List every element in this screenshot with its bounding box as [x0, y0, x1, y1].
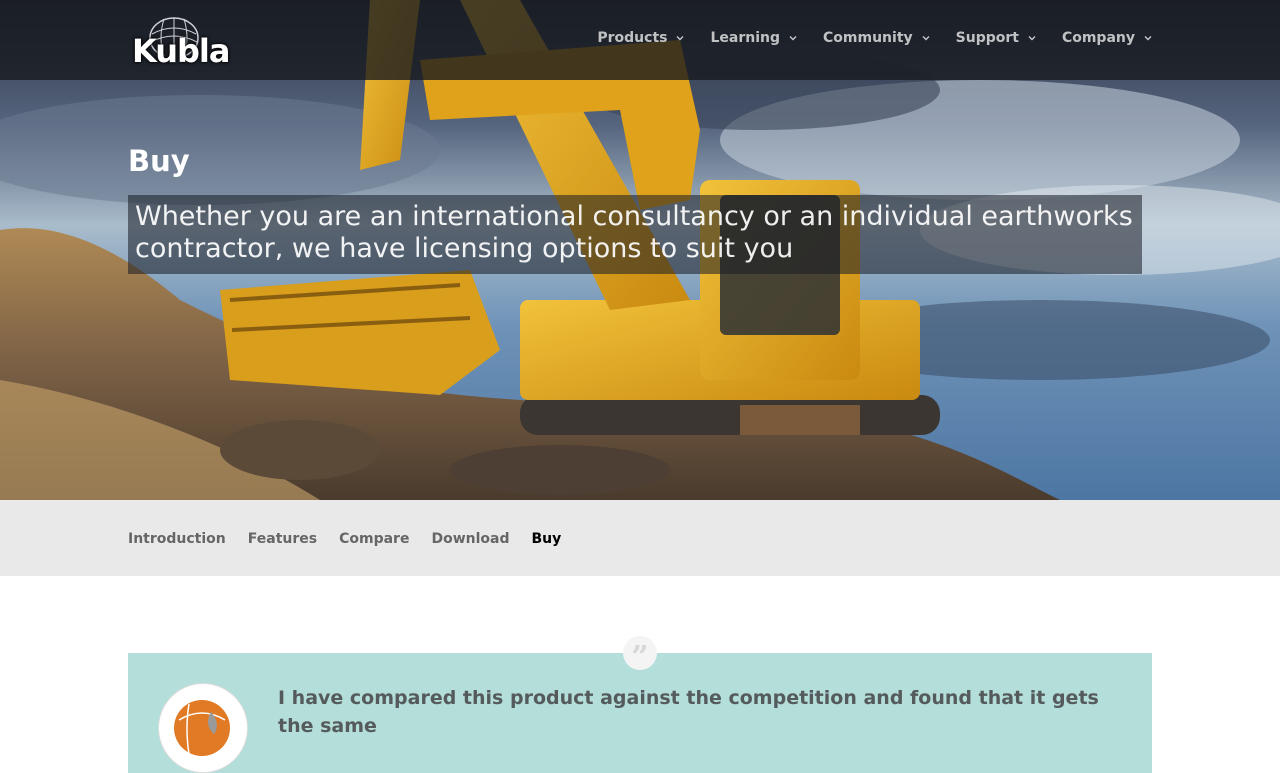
tab-buy[interactable]: Buy — [532, 531, 562, 547]
testimonial-text: I have compared this product against the… — [278, 687, 1099, 737]
top-navigation-bar: Kubla Products Learning Community Suppor… — [0, 0, 1280, 80]
tab-download[interactable]: Download — [431, 531, 509, 547]
page-title: Buy — [128, 144, 190, 178]
chevron-down-icon — [789, 36, 797, 41]
nav-item-community[interactable]: Community — [823, 30, 930, 46]
nav-item-label: Learning — [710, 30, 781, 46]
logo-text: Kubla — [132, 32, 230, 70]
nav-item-label: Company — [1061, 30, 1135, 46]
chevron-down-icon — [922, 36, 930, 41]
globe-avatar-icon — [160, 685, 247, 772]
tab-compare[interactable]: Compare — [339, 531, 409, 547]
nav-item-products[interactable]: Products — [597, 30, 684, 46]
nav-item-label: Products — [597, 30, 668, 46]
chevron-down-icon — [1028, 36, 1036, 41]
chevron-down-icon — [676, 36, 684, 41]
chevron-down-icon — [1144, 36, 1152, 41]
avatar — [158, 683, 248, 773]
nav-item-learning[interactable]: Learning — [710, 30, 797, 46]
nav-item-company[interactable]: Company — [1062, 30, 1152, 46]
kubla-logo[interactable]: Kubla — [132, 14, 230, 70]
tab-introduction[interactable]: Introduction — [128, 531, 226, 547]
nav-item-support[interactable]: Support — [956, 30, 1036, 46]
section-tabs-bar: Introduction Features Compare Download B… — [0, 500, 1280, 576]
quote-icon: ” — [623, 636, 657, 675]
main-menu: Products Learning Community Support Comp… — [571, 30, 1152, 46]
tab-features[interactable]: Features — [248, 531, 317, 547]
nav-item-label: Support — [955, 30, 1019, 46]
hero-subtitle: Whether you are an international consult… — [128, 195, 1142, 274]
nav-item-label: Community — [823, 30, 913, 46]
